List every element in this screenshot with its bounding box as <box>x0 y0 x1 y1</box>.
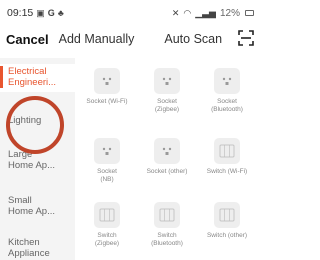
socket-icon <box>214 68 240 94</box>
socket-icon <box>94 68 120 94</box>
tab-add-manually[interactable]: Add Manually <box>59 32 135 46</box>
device-grid: Socket (Wi-Fi) Socket (Zigbee) Socket (B… <box>78 58 260 260</box>
nav-bar: Cancel Add Manually Auto Scan <box>0 28 260 50</box>
highlight-circle-annotation <box>6 96 64 154</box>
device-socket-other[interactable]: Socket (other) <box>138 138 196 176</box>
socket-icon <box>154 68 180 94</box>
sidebar-item-label: Engineeri... <box>8 76 57 88</box>
device-label: Socket (other) <box>146 168 188 175</box>
switch-icon <box>214 202 240 228</box>
sidebar-item-label: Home Ap... <box>8 159 55 171</box>
message-icon: ▣ <box>36 7 45 18</box>
category-sidebar: Electrical Engineeri... Lighting Large H… <box>0 58 75 260</box>
device-label: Socket <box>97 168 117 175</box>
device-switch-zigbee[interactable]: Switch (Zigbee) <box>78 202 136 248</box>
device-label: Socket <box>157 98 177 105</box>
device-label: (NB) <box>100 176 114 183</box>
device-label: Socket <box>217 98 237 105</box>
sidebar-item-kitchen-appliance[interactable]: Kitchen Appliance <box>0 237 75 259</box>
socket-icon <box>94 138 120 164</box>
device-label: Switch (other) <box>206 232 248 239</box>
device-label: (Bluetooth) <box>211 106 243 113</box>
device-socket-wifi[interactable]: Socket (Wi-Fi) <box>78 68 136 106</box>
device-switch-wifi[interactable]: Switch (Wi-Fi) <box>198 138 256 176</box>
battery-percent: 12% <box>219 7 240 19</box>
status-right: ✕ ◠ ▁▃▅ 12% <box>172 8 254 19</box>
status-left: 09:15 ▣ G ♣ <box>7 7 64 19</box>
status-bar: 09:15 ▣ G ♣ ✕ ◠ ▁▃▅ 12% <box>0 0 260 26</box>
device-label: (Bluetooth) <box>151 240 183 247</box>
device-label: (Zigbee) <box>94 240 120 247</box>
device-socket-zigbee[interactable]: Socket (Zigbee) <box>138 68 196 114</box>
sidebar-item-label: Small <box>8 195 32 206</box>
sidebar-item-label: Electrical <box>8 66 47 77</box>
signal-icon: ▁▃▅ <box>195 7 216 18</box>
device-label: Socket (Wi-Fi) <box>86 98 128 105</box>
battery-icon <box>245 10 254 16</box>
switch-icon <box>214 138 240 164</box>
sidebar-item-label: Appliance <box>8 247 50 259</box>
sidebar-item-small-home-appliances[interactable]: Small Home Ap... <box>0 195 75 217</box>
device-label: Switch (Wi-Fi) <box>206 168 248 175</box>
cancel-button[interactable]: Cancel <box>6 32 49 47</box>
device-label: Switch <box>97 232 117 239</box>
sidebar-item-electrical[interactable]: Electrical Engineeri... <box>0 64 75 92</box>
scan-icon[interactable] <box>238 30 254 46</box>
device-switch-other[interactable]: Switch (other) <box>198 202 256 240</box>
device-label: (Zigbee) <box>154 106 180 113</box>
mute-icon: ✕ <box>171 7 180 18</box>
notification-icon: ♣ <box>57 8 64 18</box>
switch-icon <box>154 202 180 228</box>
device-label: Switch <box>157 232 177 239</box>
google-icon: G <box>47 8 55 18</box>
sidebar-item-label: Kitchen <box>8 237 40 248</box>
device-socket-bluetooth[interactable]: Socket (Bluetooth) <box>198 68 256 114</box>
switch-icon <box>94 202 120 228</box>
device-switch-bluetooth[interactable]: Switch (Bluetooth) <box>138 202 196 248</box>
wifi-icon: ◠ <box>183 7 192 18</box>
tab-auto-scan[interactable]: Auto Scan <box>164 32 222 46</box>
status-time: 09:15 <box>7 7 34 19</box>
sidebar-item-label: Home Ap... <box>8 205 55 217</box>
socket-icon <box>154 138 180 164</box>
device-socket-nb[interactable]: Socket (NB) <box>78 138 136 184</box>
